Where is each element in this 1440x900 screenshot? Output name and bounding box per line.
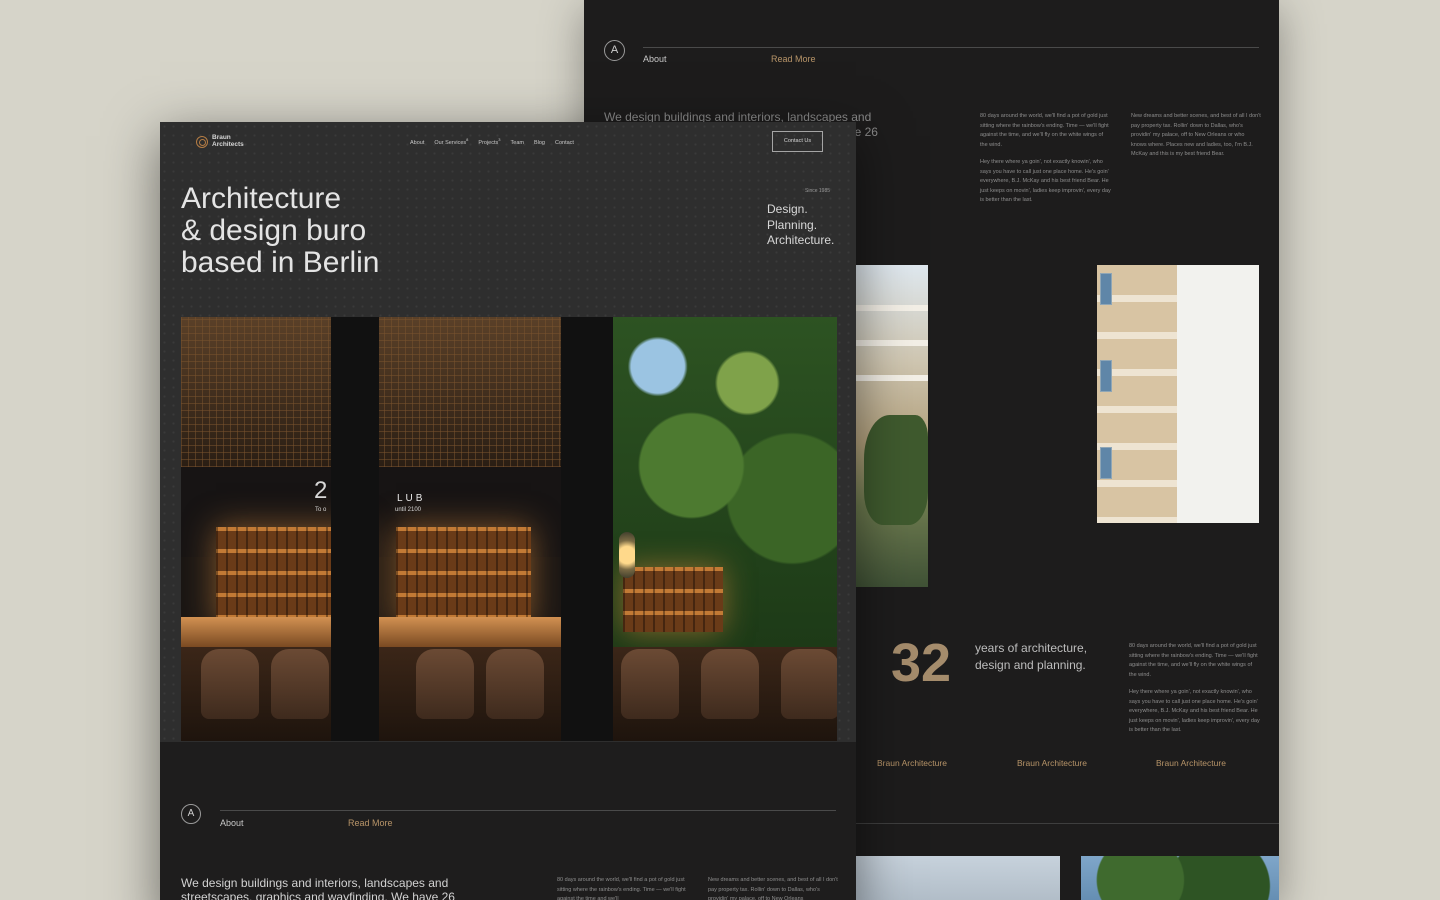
read-more-link[interactable]: Read More xyxy=(771,54,816,64)
brand-link[interactable]: Braun Architecture xyxy=(1017,758,1087,768)
text-column-2: New dreams and better scenes, and best o… xyxy=(1131,112,1261,160)
about-section: A About Read More We design buildings an… xyxy=(160,742,856,900)
brand-link[interactable]: Braun Architecture xyxy=(877,758,947,768)
stat-text: years of architecture, design and planni… xyxy=(975,641,1088,672)
text-column-1: 80 days around the world, we'll find a p… xyxy=(980,112,1112,206)
photo-sign-caption: To o xyxy=(315,507,327,513)
since-label: Since 1985 xyxy=(805,188,831,194)
paragraph: 80 days around the world, we'll find a p… xyxy=(1129,643,1258,678)
about-badge-icon: A xyxy=(604,40,625,61)
hero-title: Architecture & design buro based in Berl… xyxy=(181,182,380,279)
project-thumbnail[interactable] xyxy=(856,856,1060,900)
nav-item-services[interactable]: Our Services8 xyxy=(434,137,468,146)
tagline: Design. Planning. Architecture. xyxy=(767,202,835,247)
main-nav: About Our Services8 Projects3 Team Blog … xyxy=(410,137,574,146)
text-column-1: 80 days around the world, we'll find a p… xyxy=(557,877,686,900)
front-page-preview: Braun Architects About Our Services8 Pro… xyxy=(160,122,856,900)
nav-item-contact[interactable]: Contact xyxy=(555,137,574,146)
hero-section: Braun Architects About Our Services8 Pro… xyxy=(160,122,856,742)
about-label: About xyxy=(220,818,244,828)
section-divider xyxy=(643,47,1259,48)
photo-sign-text: LUB xyxy=(397,493,426,504)
about-label: About xyxy=(643,54,667,64)
intro-text: We design buildings and interiors, lands… xyxy=(181,876,455,900)
paragraph: Hey there where ya goin', not exactly kn… xyxy=(1129,689,1260,733)
brand-link[interactable]: Braun Architecture xyxy=(1156,758,1226,768)
logo-text: Braun Architects xyxy=(212,134,244,148)
section-divider xyxy=(220,810,836,811)
nav-item-blog[interactable]: Blog xyxy=(534,137,545,146)
logo-icon xyxy=(196,135,208,148)
nav-item-about[interactable]: About xyxy=(410,137,424,146)
nav-item-team[interactable]: Team xyxy=(511,137,524,146)
section-divider xyxy=(856,823,1279,824)
hero-bar-photo: 2 LUB To o until 2100 xyxy=(181,317,837,741)
paragraph: New dreams and better scenes, and best o… xyxy=(1131,113,1261,157)
photo-sign-number: 2 xyxy=(314,477,328,504)
photo-sign-caption: until 2100 xyxy=(395,507,422,513)
stat-number: 32 xyxy=(891,633,952,693)
building-photo-right xyxy=(1097,265,1259,523)
about-badge-icon: A xyxy=(181,804,201,824)
logo[interactable]: Braun Architects xyxy=(196,134,252,148)
read-more-link[interactable]: Read More xyxy=(348,818,393,828)
nav-item-projects[interactable]: Projects3 xyxy=(478,137,500,146)
text-column-3: 80 days around the world, we'll find a p… xyxy=(1129,642,1261,736)
paragraph: 80 days around the world, we'll find a p… xyxy=(980,113,1109,148)
building-photo-left xyxy=(856,265,928,587)
text-column-2: New dreams and better scenes, and best o… xyxy=(708,877,838,900)
contact-us-button[interactable]: Contact Us xyxy=(772,131,823,152)
project-thumbnail[interactable] xyxy=(1081,856,1279,900)
paragraph: Hey there where ya goin', not exactly kn… xyxy=(980,159,1111,203)
